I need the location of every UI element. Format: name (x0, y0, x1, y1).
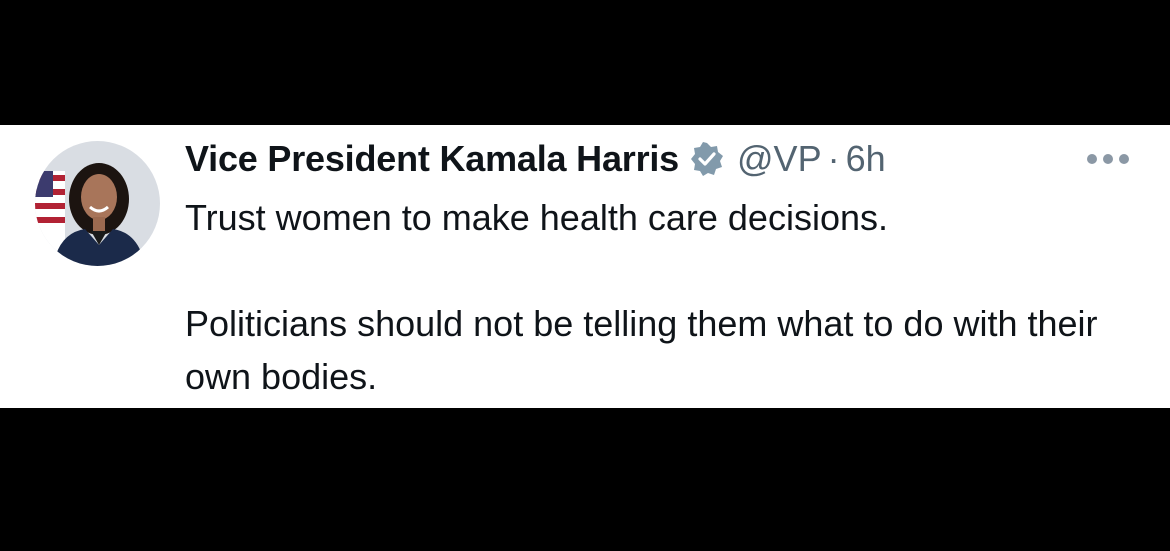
tweet-text-line-1: Trust women to make health care decision… (185, 197, 888, 238)
header-separator: · (827, 138, 840, 179)
avatar-photo (35, 141, 160, 266)
tweet-text-line-2: Politicians should not be telling them w… (185, 303, 1098, 397)
avatar[interactable] (35, 141, 160, 266)
tweet-text: Trust women to make health care decision… (185, 191, 1145, 403)
tweet-card[interactable]: Vice President Kamala Harris @VP · 6h Tr… (0, 125, 1170, 408)
more-horizontal-icon[interactable] (1085, 152, 1131, 166)
author-name[interactable]: Vice President Kamala Harris (185, 138, 679, 180)
author-handle[interactable]: @VP (737, 138, 822, 180)
tweet-timestamp[interactable]: 6h (846, 138, 886, 180)
verified-badge-icon (689, 141, 725, 177)
tweet-header: Vice President Kamala Harris @VP · 6h (185, 135, 886, 183)
screenshot-frame: Vice President Kamala Harris @VP · 6h Tr… (0, 0, 1170, 551)
